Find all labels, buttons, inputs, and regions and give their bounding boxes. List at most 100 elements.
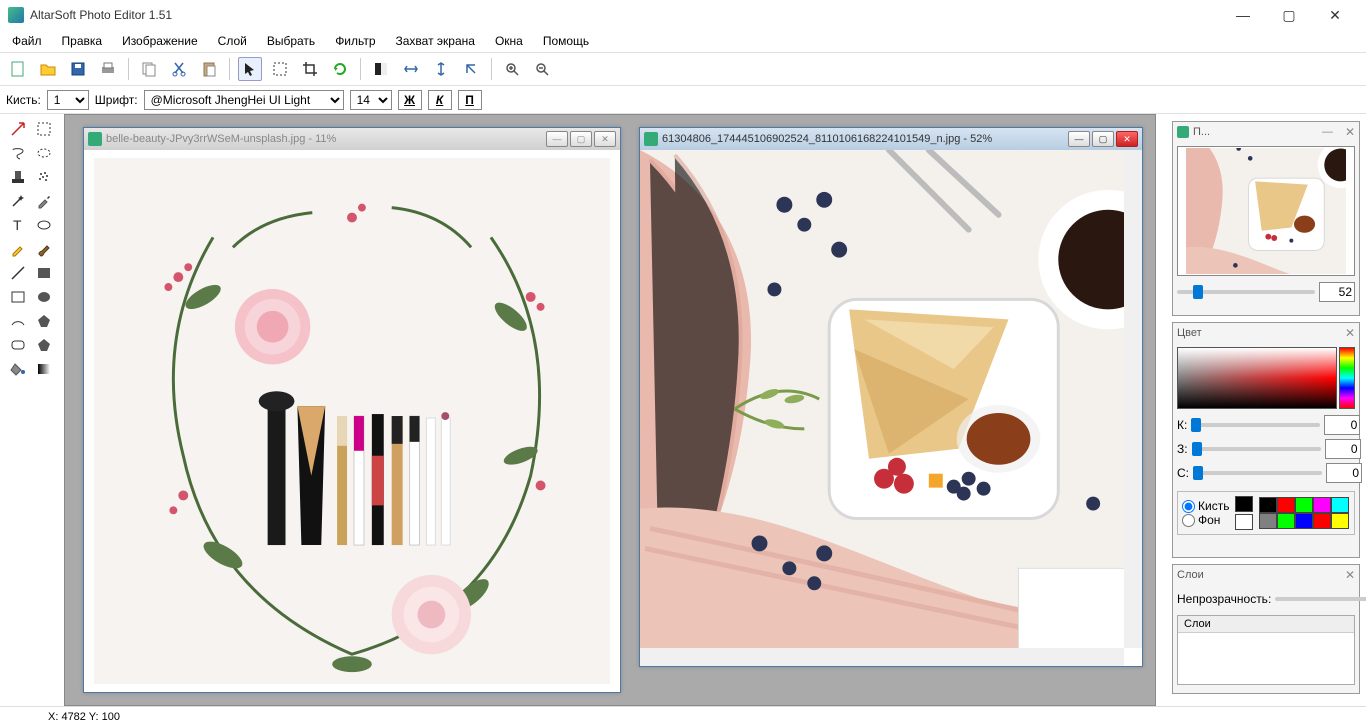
swatch[interactable]	[1313, 497, 1331, 513]
doc1-maximize[interactable]: ▢	[570, 131, 592, 147]
doc2-close[interactable]: ✕	[1116, 131, 1138, 147]
rect-tool-icon[interactable]	[6, 286, 30, 308]
swatch[interactable]	[1331, 497, 1349, 513]
doc2-canvas[interactable]	[640, 150, 1124, 648]
color-field[interactable]	[1177, 347, 1337, 409]
menu-select[interactable]: Выбрать	[259, 32, 323, 50]
green-slider[interactable]	[1192, 447, 1321, 451]
doc2-minimize[interactable]: —	[1068, 131, 1090, 147]
swatch[interactable]	[1313, 513, 1331, 529]
paste-icon[interactable]	[197, 57, 221, 81]
ellipse-tool-icon[interactable]	[32, 214, 56, 236]
swatch[interactable]	[1295, 497, 1313, 513]
underline-button[interactable]: П	[458, 90, 482, 110]
document-window-1[interactable]: belle-beauty-JPvy3rrWSeM-unsplash.jpg - …	[83, 127, 621, 693]
hue-strip[interactable]	[1339, 347, 1355, 409]
zoom-value[interactable]	[1319, 282, 1355, 302]
doc1-minimize[interactable]: —	[546, 131, 568, 147]
minimize-button[interactable]: —	[1220, 0, 1266, 30]
fill-rect-icon[interactable]	[32, 262, 56, 284]
green-value[interactable]	[1325, 439, 1361, 459]
open-file-icon[interactable]	[36, 57, 60, 81]
arrow-tool-icon[interactable]	[6, 118, 30, 140]
brush-size-select[interactable]: 1	[47, 90, 89, 110]
doc1-close[interactable]: ✕	[594, 131, 616, 147]
flip-v-icon[interactable]	[429, 57, 453, 81]
line-tool-icon[interactable]	[6, 262, 30, 284]
refresh-icon[interactable]	[328, 57, 352, 81]
swatch[interactable]	[1259, 497, 1277, 513]
preview-thumbnail[interactable]	[1177, 146, 1355, 276]
menu-window[interactable]: Окна	[487, 32, 531, 50]
swatch[interactable]	[1331, 513, 1349, 529]
swatch[interactable]	[1277, 513, 1295, 529]
swatch[interactable]	[1295, 513, 1313, 529]
red-slider[interactable]	[1191, 423, 1320, 427]
marquee-icon[interactable]	[268, 57, 292, 81]
swatch[interactable]	[1259, 513, 1277, 529]
new-file-icon[interactable]	[6, 57, 30, 81]
menu-layer[interactable]: Слой	[210, 32, 255, 50]
doc2-vscroll[interactable]	[1124, 150, 1142, 648]
rotate-icon[interactable]	[459, 57, 483, 81]
eyedropper-icon[interactable]	[32, 190, 56, 212]
rect-select-icon[interactable]	[32, 118, 56, 140]
close-button[interactable]: ✕	[1312, 0, 1358, 30]
brush-icon[interactable]	[32, 238, 56, 260]
doc1-canvas[interactable]	[84, 150, 620, 692]
opacity-slider[interactable]	[1275, 597, 1366, 601]
doc1-titlebar[interactable]: belle-beauty-JPvy3rrWSeM-unsplash.jpg - …	[84, 128, 620, 150]
doc2-titlebar[interactable]: 61304806_174445106902524_811010616822410…	[640, 128, 1142, 150]
doc2-hscroll[interactable]	[640, 648, 1124, 666]
swatch[interactable]	[1277, 497, 1295, 513]
stamp-icon[interactable]	[6, 166, 30, 188]
zoom-slider[interactable]	[1177, 290, 1315, 294]
font-size-select[interactable]: 14	[350, 90, 392, 110]
menu-help[interactable]: Помощь	[535, 32, 597, 50]
ellipse-select-icon[interactable]	[32, 142, 56, 164]
fg-swatch[interactable]	[1235, 496, 1253, 512]
text-tool-icon[interactable]: T	[6, 214, 30, 236]
save-icon[interactable]	[66, 57, 90, 81]
gradient-icon[interactable]	[32, 358, 56, 380]
fill-round-icon[interactable]	[32, 334, 56, 356]
pencil-icon[interactable]	[6, 238, 30, 260]
spray-icon[interactable]	[32, 166, 56, 188]
color-close-icon[interactable]: ✕	[1345, 326, 1355, 340]
panel-minimize-icon[interactable]: —	[1322, 126, 1333, 138]
grayscale-icon[interactable]	[369, 57, 393, 81]
fill-polygon-icon[interactable]	[32, 310, 56, 332]
menu-file[interactable]: Файл	[4, 32, 50, 50]
layers-close-icon[interactable]: ✕	[1345, 568, 1355, 582]
panel-close-icon[interactable]: ✕	[1345, 125, 1355, 139]
bucket-icon[interactable]	[6, 358, 30, 380]
document-window-2[interactable]: 61304806_174445106902524_811010616822410…	[639, 127, 1143, 667]
menu-edit[interactable]: Правка	[54, 32, 111, 50]
crop-icon[interactable]	[298, 57, 322, 81]
bg-color-radio[interactable]: Фон	[1182, 513, 1229, 527]
cut-icon[interactable]	[167, 57, 191, 81]
menu-image[interactable]: Изображение	[114, 32, 206, 50]
print-icon[interactable]	[96, 57, 120, 81]
blue-value[interactable]	[1326, 463, 1362, 483]
flip-h-icon[interactable]	[399, 57, 423, 81]
arc-tool-icon[interactable]	[6, 310, 30, 332]
doc2-maximize[interactable]: ▢	[1092, 131, 1114, 147]
italic-button[interactable]: К	[428, 90, 452, 110]
layers-list[interactable]: Слои	[1177, 615, 1355, 685]
brush-color-radio[interactable]: Кисть	[1182, 499, 1229, 513]
zoom-out-icon[interactable]	[530, 57, 554, 81]
maximize-button[interactable]: ▢	[1266, 0, 1312, 30]
zoom-in-icon[interactable]	[500, 57, 524, 81]
pointer-icon[interactable]	[238, 57, 262, 81]
red-value[interactable]	[1324, 415, 1360, 435]
blue-slider[interactable]	[1193, 471, 1322, 475]
menu-filter[interactable]: Фильтр	[327, 32, 383, 50]
lasso-icon[interactable]	[6, 142, 30, 164]
font-family-select[interactable]: @Microsoft JhengHei UI Light	[144, 90, 344, 110]
menu-capture[interactable]: Захват экрана	[388, 32, 483, 50]
copy-icon[interactable]	[137, 57, 161, 81]
bold-button[interactable]: Ж	[398, 90, 422, 110]
fill-ellipse-icon[interactable]	[32, 286, 56, 308]
bg-swatch[interactable]	[1235, 514, 1253, 530]
